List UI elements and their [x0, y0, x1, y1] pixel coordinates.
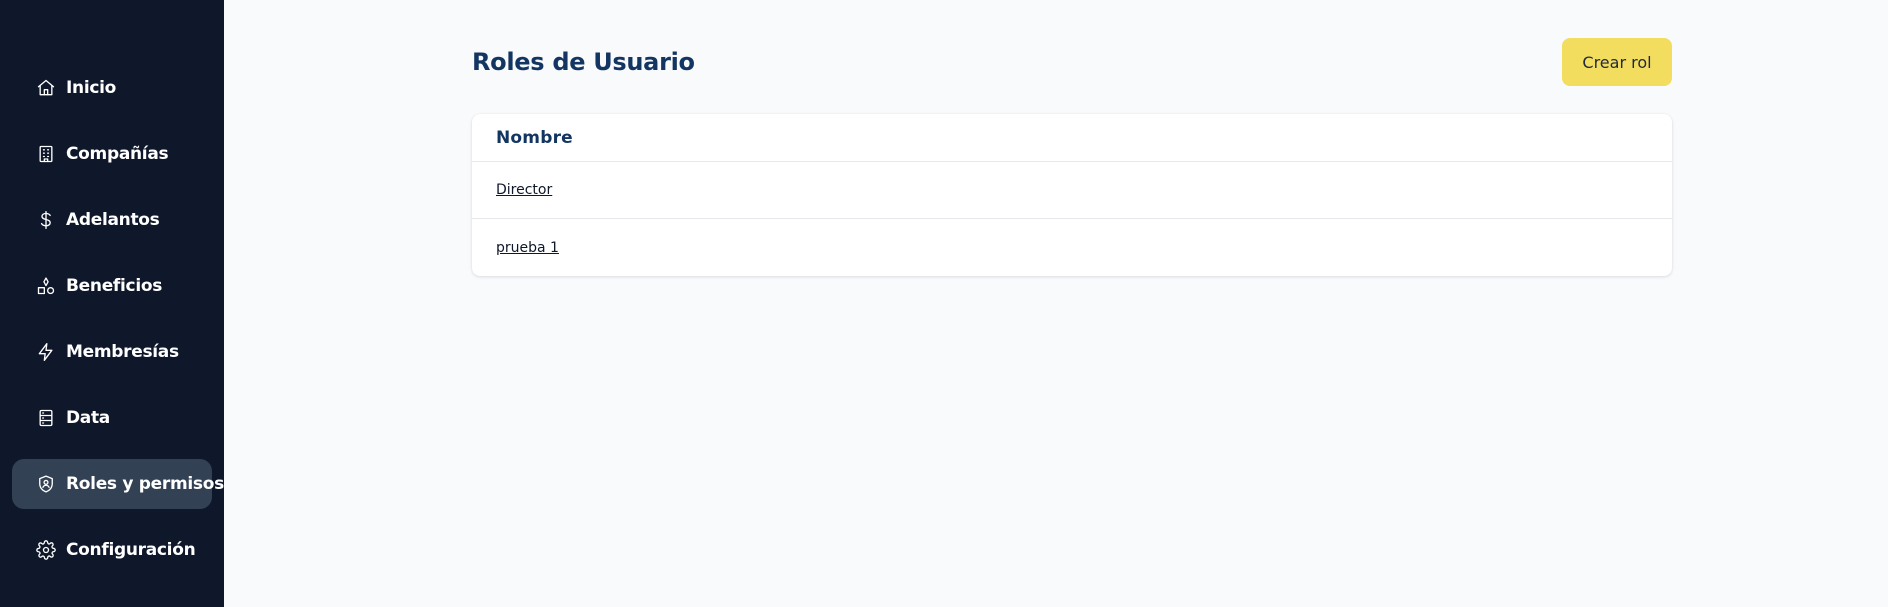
sidebar-item-label: Inicio	[66, 78, 117, 98]
role-link[interactable]: Director	[496, 182, 552, 198]
sidebar-item-companias[interactable]: Compañías	[12, 129, 212, 179]
sidebar-item-label: Adelantos	[66, 210, 160, 230]
table-row: prueba 1	[472, 219, 1672, 276]
role-link[interactable]: prueba 1	[496, 240, 559, 256]
app-root: Inicio Compañías Adelantos Beneficios Me…	[0, 0, 1888, 607]
column-header-nombre: Nombre	[496, 127, 573, 148]
dollar-icon	[36, 210, 56, 230]
gear-icon	[36, 540, 56, 560]
sidebar-item-label: Configuración	[66, 540, 196, 560]
home-icon	[36, 78, 56, 98]
sidebar-item-inicio[interactable]: Inicio	[12, 63, 212, 113]
building-icon	[36, 144, 56, 164]
sidebar-item-label: Compañías	[66, 144, 169, 164]
sidebar-item-data[interactable]: Data	[12, 393, 212, 443]
lightning-icon	[36, 342, 56, 362]
create-role-button[interactable]: Crear rol	[1562, 38, 1672, 86]
main-content: Roles de Usuario Crear rol Nombre Direct…	[224, 0, 1888, 607]
table-header: Nombre	[472, 114, 1672, 162]
sidebar-item-beneficios[interactable]: Beneficios	[12, 261, 212, 311]
sidebar: Inicio Compañías Adelantos Beneficios Me…	[0, 0, 224, 607]
page-header: Roles de Usuario Crear rol	[472, 38, 1672, 86]
content-container: Roles de Usuario Crear rol Nombre Direct…	[472, 38, 1672, 276]
sidebar-item-label: Roles y permisos	[66, 474, 224, 494]
sidebar-item-label: Beneficios	[66, 276, 163, 296]
sidebar-item-adelantos[interactable]: Adelantos	[12, 195, 212, 245]
page-title: Roles de Usuario	[472, 48, 695, 76]
roles-table: Nombre Director prueba 1	[472, 114, 1672, 276]
table-row: Director	[472, 162, 1672, 219]
server-icon	[36, 408, 56, 428]
sidebar-item-membresias[interactable]: Membresías	[12, 327, 212, 377]
shapes-icon	[36, 276, 56, 296]
sidebar-item-label: Data	[66, 408, 110, 428]
shield-user-icon	[36, 474, 56, 494]
sidebar-item-roles-permisos[interactable]: Roles y permisos	[12, 459, 224, 509]
sidebar-item-configuracion[interactable]: Configuración	[12, 525, 212, 575]
sidebar-item-label: Membresías	[66, 342, 179, 362]
